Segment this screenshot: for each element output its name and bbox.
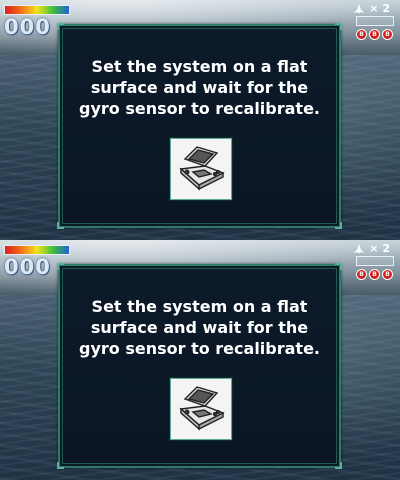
boost-gauge: [356, 16, 394, 26]
arwing-ship-icon: [352, 243, 366, 255]
bomb-stock: B B B: [356, 29, 393, 40]
boost-gauge: [356, 256, 394, 266]
shield-gauge: [4, 245, 70, 255]
lives-count: × 2: [369, 2, 390, 15]
smart-bomb-icon: B: [369, 269, 380, 280]
recalibration-message: Set the system on a flat surface and wai…: [79, 297, 320, 358]
smart-bomb-icon: B: [382, 29, 393, 40]
bomb-stock: B B B: [356, 269, 393, 280]
recalibration-dialog: Set the system on a flat surface and wai…: [57, 23, 342, 229]
handheld-console-icon: [170, 138, 232, 200]
smart-bomb-icon: B: [382, 269, 393, 280]
handheld-console-icon: [170, 378, 232, 440]
lives-indicator: × 2: [352, 2, 390, 15]
hit-counter: 000: [4, 255, 51, 279]
smart-bomb-icon: B: [356, 29, 367, 40]
smart-bomb-icon: B: [356, 269, 367, 280]
recalibration-message: Set the system on a flat surface and wai…: [79, 57, 320, 118]
hit-counter: 000: [4, 15, 51, 39]
top-screen: 000 × 2 B B B Set the system on a flat s…: [0, 0, 400, 240]
lives-indicator: × 2: [352, 242, 390, 255]
lives-count: × 2: [369, 242, 390, 255]
shield-gauge: [4, 5, 70, 15]
recalibration-dialog: Set the system on a flat surface and wai…: [57, 263, 342, 469]
smart-bomb-icon: B: [369, 29, 380, 40]
arwing-ship-icon: [352, 3, 366, 15]
bottom-screen: 000 × 2 B B B Set the system on a flat s…: [0, 240, 400, 480]
